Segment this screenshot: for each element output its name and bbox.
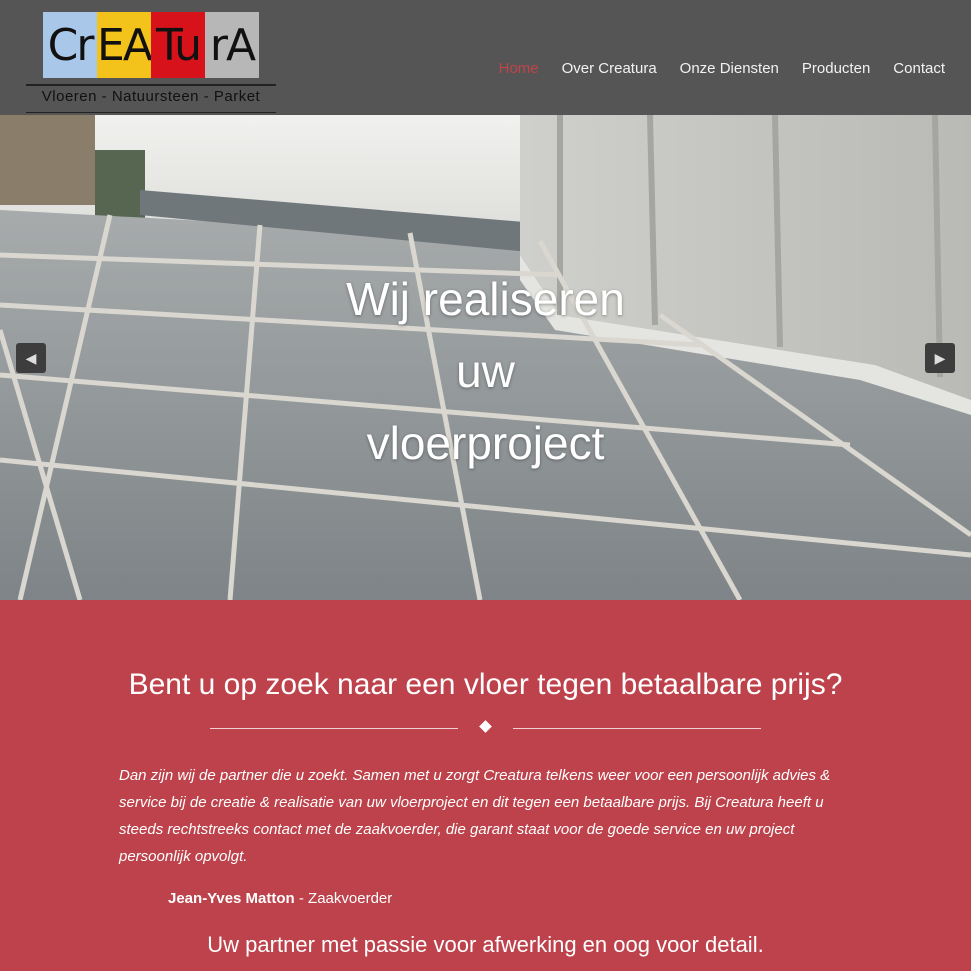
logo-rule (26, 84, 276, 86)
nav-item-over-creatura[interactable]: Over Creatura (562, 60, 657, 77)
main-nav: Home Over Creatura Onze Diensten Product… (499, 60, 945, 77)
nav-item-contact[interactable]: Contact (893, 60, 945, 77)
intro-body: Dan zijn wij de partner die u zoekt. Sam… (119, 767, 831, 865)
nav-item-home[interactable]: Home (499, 60, 539, 77)
divider-line-left (210, 728, 458, 729)
logo-wordmark: Cr EA Tu rA (43, 12, 259, 78)
diamond-icon (479, 720, 492, 733)
logo-block-4: rA (205, 12, 259, 78)
chevron-right-icon: ▶ (934, 349, 946, 366)
intro-heading: Bent u op zoek naar een vloer tegen beta… (128, 668, 843, 701)
chevron-left-icon: ◀ (25, 349, 37, 366)
nav-item-producten[interactable]: Producten (802, 60, 870, 77)
hero-slider: Wij realiseren uw vloerproject ◀ ▶ (0, 115, 971, 600)
divider-line-right (513, 728, 761, 729)
hero-title-line-1: Wij realiseren (346, 273, 625, 325)
signature: Jean-Yves Matton - Zaakvoerder (168, 890, 392, 907)
hero-title-line-2: uw (456, 345, 515, 397)
signature-name: Jean-Yves Matton (168, 890, 295, 907)
slider-next-button[interactable]: ▶ (925, 343, 955, 373)
intro-section: Bent u op zoek naar een vloer tegen beta… (0, 600, 971, 971)
logo-block-2: EA (97, 12, 153, 78)
site-header: Cr EA Tu rA Vloeren - Natuursteen - Park… (0, 0, 971, 115)
signature-role: - Zaakvoerder (294, 890, 393, 907)
logo-block-3: Tu (151, 12, 205, 78)
slider-prev-button[interactable]: ◀ (16, 343, 46, 373)
logo-block-1: Cr (43, 12, 97, 78)
slogan: Uw partner met passie voor afwerking en … (207, 932, 764, 957)
creatura-logo[interactable]: Cr EA Tu rA Vloeren - Natuursteen - Park… (26, 10, 276, 113)
logo-tagline: Vloeren - Natuursteen - Parket (41, 88, 261, 105)
logo-underline (26, 112, 276, 113)
hero-title: Wij realiseren uw vloerproject (0, 263, 971, 479)
nav-item-onze-diensten[interactable]: Onze Diensten (680, 60, 779, 77)
hero-title-line-3: vloerproject (366, 417, 605, 469)
